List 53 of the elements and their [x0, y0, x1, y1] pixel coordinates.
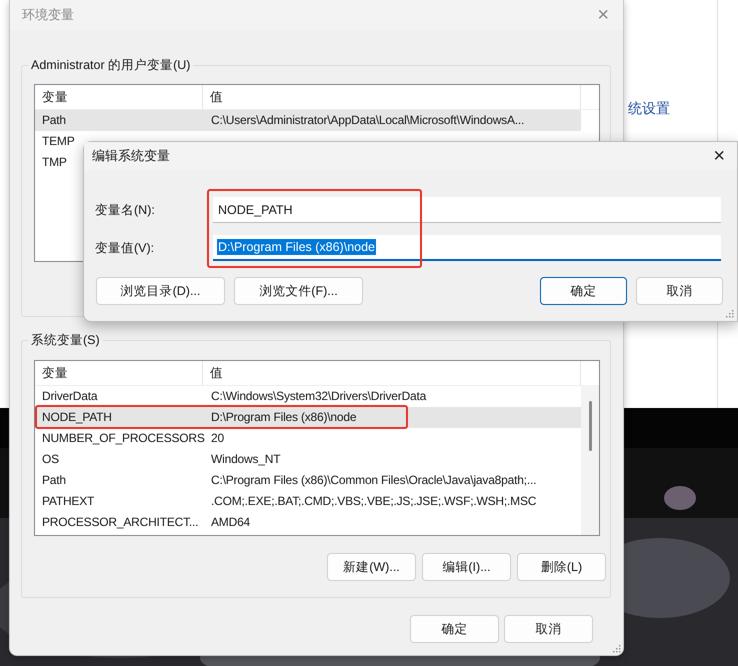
group-title: Administrator 的用户变量(U)	[28, 57, 194, 74]
table-row[interactable]: PATHEXT .COM;.EXE;.BAT;.CMD;.VBS;.VBE;.JS;.JSE;.WSF;.WSH;.MSC	[35, 491, 581, 512]
dialog-button[interactable]: 浏览文件(F)...	[234, 277, 363, 305]
scrollbar[interactable]	[581, 385, 599, 535]
table-cell: .COM;.EXE;.BAT;.CMD;.VBS;.VBE;.JS;.JSE;.WSF;.WSH;.MSC	[211, 494, 536, 509]
table-row[interactable]: Path C:\Program Files (x86)\Common Files\Oracle\Java\java8path;...	[35, 470, 581, 491]
column-header[interactable]: 值	[203, 85, 581, 109]
table-cell: Windows_NT	[211, 452, 280, 467]
dialog-button[interactable]: 取消	[504, 615, 593, 643]
table-row[interactable]: DriverData C:\Windows\System32\Drivers\DriverData	[35, 386, 581, 407]
table-cell: D:\Program Files (x86)\node	[211, 410, 356, 425]
table-cell: C:\Users\Administrator\AppData\Local\Microsoft\WindowsA...	[211, 113, 524, 128]
table-row[interactable]: OS Windows_NT	[35, 449, 581, 470]
table-cell: Path	[42, 113, 66, 128]
input-field[interactable]: NODE_PATH	[213, 197, 721, 223]
dialog-button[interactable]: 新建(W)...	[327, 553, 416, 581]
table-cell: C:\Program Files (x86)\Common Files\Oracle\Java\java8path;...	[211, 473, 536, 488]
dialog-button[interactable]: 确定	[540, 277, 627, 305]
column-header[interactable]: 变量	[35, 361, 203, 385]
resize-grip-icon[interactable]	[724, 308, 734, 318]
table-cell: TEMP	[42, 134, 75, 149]
table-cell: 20	[211, 431, 224, 446]
field-label: 变量名(N):	[94, 202, 156, 218]
column-header[interactable]: 值	[203, 361, 581, 385]
resize-grip-icon[interactable]	[611, 643, 621, 653]
table-row[interactable]: NUMBER_OF_PROCESSORS 20	[35, 428, 581, 449]
field-value: D:\Program Files (x86)\node	[217, 239, 376, 255]
table-cell: NUMBER_OF_PROCESSORS	[42, 431, 205, 446]
field-value: NODE_PATH	[217, 202, 294, 218]
dialog-button[interactable]: 浏览目录(D)...	[96, 277, 225, 305]
dialog-button[interactable]: 删除(L)	[517, 553, 606, 581]
column-header[interactable]: 变量	[35, 85, 203, 109]
table-cell: NODE_PATH	[42, 410, 112, 425]
dialog-button[interactable]: 取消	[636, 277, 723, 305]
table-cell: PROCESSOR_ARCHITECT...	[42, 515, 198, 530]
close-button[interactable]: ×	[707, 146, 731, 166]
table-cell: PATHEXT	[42, 494, 94, 509]
table-row[interactable]: NODE_PATH D:\Program Files (x86)\node	[35, 407, 581, 428]
field-label: 变量值(V):	[94, 240, 156, 256]
table-cell: AMD64	[211, 515, 250, 530]
table-row[interactable]: Path C:\Users\Administrator\AppData\Local\Microsoft\WindowsA...	[35, 110, 581, 131]
system-settings-link[interactable]: 统设置	[628, 100, 670, 118]
input-field[interactable]: D:\Program Files (x86)\node	[213, 235, 721, 261]
window-title: 编辑系统变量	[92, 147, 170, 165]
dialog-button[interactable]: 确定	[410, 615, 499, 643]
table-cell: C:\Windows\System32\Drivers\DriverData	[211, 389, 426, 404]
table-cell: OS	[42, 452, 59, 467]
group-title: 系统变量(S)	[28, 332, 103, 349]
table-cell: Path	[42, 473, 66, 488]
dialog-button[interactable]: 编辑(I)...	[422, 553, 511, 581]
table-cell: DriverData	[42, 389, 98, 404]
window-title: 环境变量	[22, 6, 74, 24]
table-row[interactable]: PROCESSOR_ARCHITECT... AMD64	[35, 512, 581, 533]
